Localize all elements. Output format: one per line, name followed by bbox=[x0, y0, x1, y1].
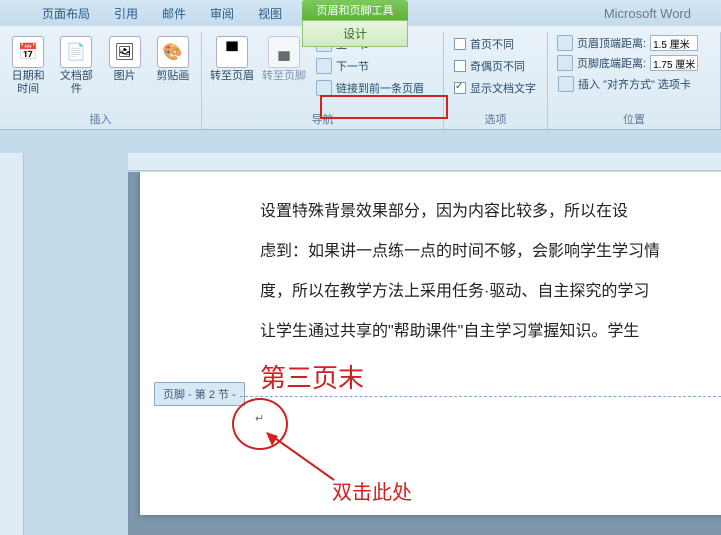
annotation-page-end: 第三页末 bbox=[260, 358, 721, 395]
checkbox-icon bbox=[454, 60, 466, 72]
clipart-button[interactable]: 🎨 剪贴画 bbox=[151, 32, 195, 87]
footer-section-tag[interactable]: 页脚 - 第 2 节 - bbox=[154, 382, 245, 406]
insert-align-tab-button[interactable]: 插入 "对齐方式" 选项卡 bbox=[554, 74, 701, 94]
next-section-button[interactable]: 下一节 bbox=[312, 56, 428, 76]
picture-icon: 🖼 bbox=[109, 36, 141, 68]
goto-footer-button[interactable]: ▄ 转至页脚 bbox=[260, 32, 308, 87]
tab-icon bbox=[558, 76, 574, 92]
group-nav-label: 导航 bbox=[208, 109, 437, 129]
horizontal-ruler bbox=[128, 153, 721, 171]
document-icon: 📄 bbox=[60, 36, 92, 68]
footer-distance-icon bbox=[557, 55, 573, 71]
footer-distance-input[interactable] bbox=[650, 55, 698, 71]
app-title: Microsoft Word bbox=[604, 6, 691, 21]
header-distance-input[interactable] bbox=[650, 35, 698, 51]
header-distance-row: 页眉顶端距离: bbox=[554, 34, 701, 52]
datetime-button[interactable]: 📅 日期和时间 bbox=[6, 32, 50, 100]
link-previous-button[interactable]: 链接到前一条页眉 bbox=[312, 78, 428, 98]
tab-mailings[interactable]: 邮件 bbox=[150, 1, 198, 26]
context-tool-title: 页眉和页脚工具 bbox=[302, 0, 408, 20]
page: 设置特殊背景效果部分，因为内容比较多，所以在设 虑到：如果讲一点练一点的时间不够… bbox=[140, 172, 721, 515]
footer-boundary-line bbox=[240, 396, 721, 397]
tab-design[interactable]: 设计 bbox=[302, 20, 408, 47]
group-position-label: 位置 bbox=[554, 109, 714, 129]
picture-button[interactable]: 🖼 图片 bbox=[103, 32, 147, 87]
clipart-icon: 🎨 bbox=[157, 36, 189, 68]
paragraph-mark: ↵ bbox=[255, 412, 264, 425]
footer-icon: ▄ bbox=[268, 36, 300, 68]
link-icon bbox=[316, 80, 332, 96]
document-area[interactable]: 设置特殊背景效果部分，因为内容比较多，所以在设 虑到：如果讲一点练一点的时间不够… bbox=[128, 172, 721, 535]
arrow-down-icon bbox=[316, 58, 332, 74]
annotation-callout: 双击此处 bbox=[332, 476, 412, 505]
docparts-button[interactable]: 📄 文档部件 bbox=[54, 32, 98, 100]
diff-first-checkbox[interactable]: 首页不同 bbox=[450, 34, 540, 54]
left-ruler bbox=[0, 153, 24, 535]
footer-distance-row: 页脚底端距离: bbox=[554, 54, 701, 72]
checkbox-checked-icon bbox=[454, 82, 466, 94]
group-options-label: 选项 bbox=[450, 109, 541, 129]
calendar-icon: 📅 bbox=[12, 36, 44, 68]
tab-references[interactable]: 引用 bbox=[102, 1, 150, 26]
tab-page-layout[interactable]: 页面布局 bbox=[30, 1, 102, 26]
show-doc-text-checkbox[interactable]: 显示文档文字 bbox=[450, 78, 540, 98]
header-icon: ▀ bbox=[216, 36, 248, 68]
checkbox-icon bbox=[454, 38, 466, 50]
group-insert-label: 插入 bbox=[6, 109, 195, 129]
body-text: 设置特殊背景效果部分，因为内容比较多，所以在设 虑到：如果讲一点练一点的时间不够… bbox=[260, 192, 721, 352]
diff-odd-even-checkbox[interactable]: 奇偶页不同 bbox=[450, 56, 540, 76]
tab-view[interactable]: 视图 bbox=[246, 1, 294, 26]
tab-review[interactable]: 审阅 bbox=[198, 1, 246, 26]
goto-header-button[interactable]: ▀ 转至页眉 bbox=[208, 32, 256, 87]
header-distance-icon bbox=[557, 35, 573, 51]
